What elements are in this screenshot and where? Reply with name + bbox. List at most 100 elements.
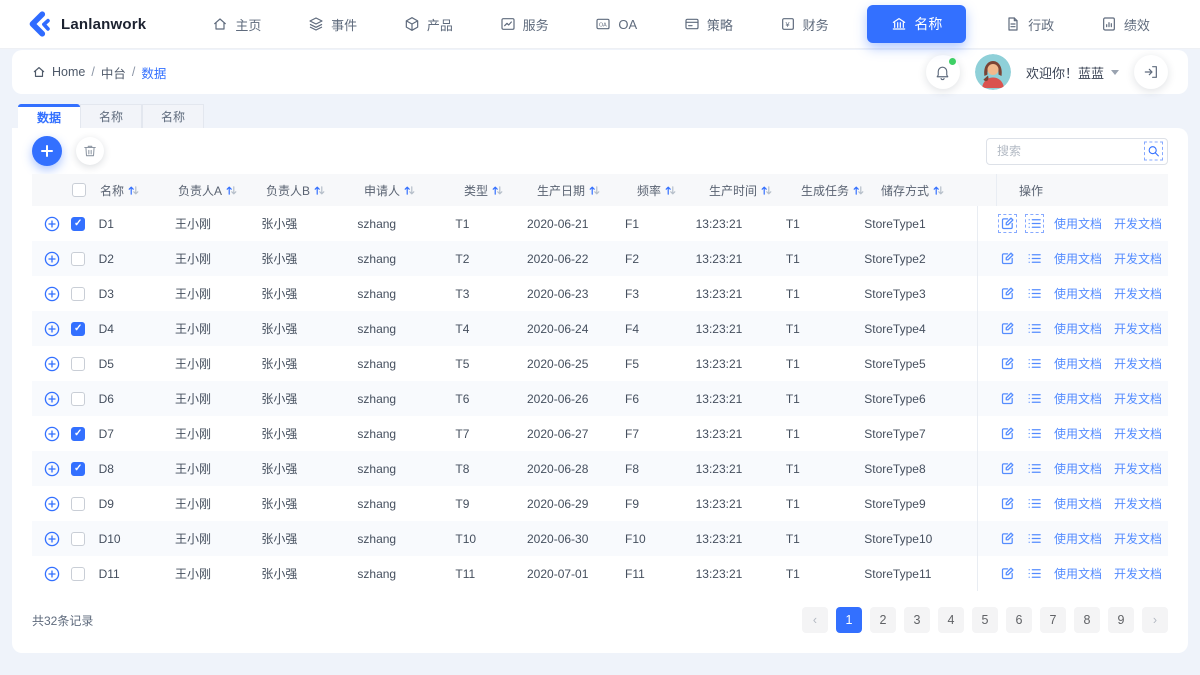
- page-button-4[interactable]: 4: [938, 607, 964, 633]
- expand-row-icon[interactable]: [44, 286, 60, 302]
- page-button-7[interactable]: 7: [1040, 607, 1066, 633]
- list-icon[interactable]: [1027, 426, 1042, 441]
- avatar[interactable]: [974, 54, 1011, 90]
- edit-icon[interactable]: [997, 214, 1017, 233]
- sort-icon[interactable]: [404, 185, 415, 196]
- dev-doc-link[interactable]: 开发文档: [1114, 390, 1162, 407]
- row-checkbox[interactable]: [71, 356, 86, 371]
- expand-row-icon[interactable]: [44, 251, 60, 267]
- usage-doc-link[interactable]: 使用文档: [1054, 215, 1102, 232]
- expand-row-icon[interactable]: [44, 356, 60, 372]
- nav-item-home[interactable]: 主页: [204, 9, 269, 40]
- sort-icon[interactable]: [226, 185, 237, 196]
- select-all-checkbox[interactable]: [72, 183, 86, 197]
- row-checkbox[interactable]: [71, 321, 86, 336]
- list-icon[interactable]: [1027, 356, 1042, 371]
- sort-icon[interactable]: [933, 185, 944, 196]
- edit-icon[interactable]: [1000, 391, 1015, 406]
- dev-doc-link[interactable]: 开发文档: [1114, 320, 1162, 337]
- edit-icon[interactable]: [1000, 356, 1015, 371]
- list-icon[interactable]: [1027, 286, 1042, 301]
- search-icon[interactable]: [1144, 141, 1163, 161]
- edit-icon[interactable]: [1000, 461, 1015, 476]
- nav-item-admin[interactable]: 行政: [997, 9, 1062, 40]
- usage-doc-link[interactable]: 使用文档: [1054, 285, 1102, 302]
- expand-row-icon[interactable]: [44, 216, 60, 232]
- row-checkbox[interactable]: [71, 251, 86, 266]
- usage-doc-link[interactable]: 使用文档: [1054, 250, 1102, 267]
- expand-row-icon[interactable]: [44, 566, 60, 582]
- list-icon[interactable]: [1027, 566, 1042, 581]
- edit-icon[interactable]: [1000, 286, 1015, 301]
- next-page-button[interactable]: ›: [1142, 607, 1168, 633]
- breadcrumb-section[interactable]: 中台: [101, 63, 126, 82]
- list-icon[interactable]: [1024, 214, 1044, 233]
- tab-data[interactable]: 数据: [18, 104, 80, 128]
- sort-icon[interactable]: [853, 185, 864, 196]
- dev-doc-link[interactable]: 开发文档: [1114, 460, 1162, 477]
- page-button-8[interactable]: 8: [1074, 607, 1100, 633]
- row-checkbox[interactable]: [71, 426, 86, 441]
- dev-doc-link[interactable]: 开发文档: [1114, 250, 1162, 267]
- brand-logo[interactable]: Lanlanwork: [26, 11, 146, 37]
- edit-icon[interactable]: [1000, 321, 1015, 336]
- list-icon[interactable]: [1027, 251, 1042, 266]
- dev-doc-link[interactable]: 开发文档: [1114, 530, 1162, 547]
- page-button-6[interactable]: 6: [1006, 607, 1032, 633]
- usage-doc-link[interactable]: 使用文档: [1054, 320, 1102, 337]
- row-checkbox[interactable]: [71, 531, 86, 546]
- edit-icon[interactable]: [1000, 531, 1015, 546]
- edit-icon[interactable]: [1000, 251, 1015, 266]
- logout-button[interactable]: [1134, 55, 1168, 89]
- expand-row-icon[interactable]: [44, 391, 60, 407]
- page-button-5[interactable]: 5: [972, 607, 998, 633]
- nav-item-finance[interactable]: ¥ 财务: [772, 9, 837, 40]
- tab-name-1[interactable]: 名称: [80, 104, 142, 128]
- list-icon[interactable]: [1027, 461, 1042, 476]
- page-button-9[interactable]: 9: [1108, 607, 1134, 633]
- page-button-1[interactable]: 1: [836, 607, 862, 633]
- usage-doc-link[interactable]: 使用文档: [1054, 390, 1102, 407]
- nav-item-services[interactable]: 服务: [492, 9, 557, 40]
- row-checkbox[interactable]: [71, 566, 86, 581]
- nav-item-products[interactable]: 产品: [396, 9, 461, 40]
- usage-doc-link[interactable]: 使用文档: [1054, 565, 1102, 582]
- notifications-button[interactable]: [925, 55, 960, 89]
- tab-name-2[interactable]: 名称: [142, 104, 204, 128]
- nav-item-oa[interactable]: OA OA: [587, 10, 645, 38]
- expand-row-icon[interactable]: [44, 496, 60, 512]
- page-button-3[interactable]: 3: [904, 607, 930, 633]
- row-checkbox[interactable]: [71, 286, 86, 301]
- row-checkbox[interactable]: [71, 496, 86, 511]
- edit-icon[interactable]: [1000, 496, 1015, 511]
- user-menu[interactable]: 欢迎你！蓝蓝: [1026, 63, 1119, 82]
- dev-doc-link[interactable]: 开发文档: [1114, 285, 1162, 302]
- nav-item-name[interactable]: 名称: [867, 5, 967, 43]
- sort-icon[interactable]: [128, 185, 139, 196]
- usage-doc-link[interactable]: 使用文档: [1054, 355, 1102, 372]
- expand-row-icon[interactable]: [44, 461, 60, 477]
- list-icon[interactable]: [1027, 391, 1042, 406]
- row-checkbox[interactable]: [71, 216, 86, 231]
- usage-doc-link[interactable]: 使用文档: [1054, 530, 1102, 547]
- usage-doc-link[interactable]: 使用文档: [1054, 460, 1102, 477]
- sort-icon[interactable]: [665, 185, 676, 196]
- dev-doc-link[interactable]: 开发文档: [1114, 495, 1162, 512]
- expand-row-icon[interactable]: [44, 426, 60, 442]
- prev-page-button[interactable]: ‹: [802, 607, 828, 633]
- sort-icon[interactable]: [589, 185, 600, 196]
- list-icon[interactable]: [1027, 496, 1042, 511]
- expand-row-icon[interactable]: [44, 531, 60, 547]
- row-checkbox[interactable]: [71, 461, 86, 476]
- search-input[interactable]: [986, 137, 1168, 165]
- list-icon[interactable]: [1027, 531, 1042, 546]
- sort-icon[interactable]: [761, 185, 772, 196]
- usage-doc-link[interactable]: 使用文档: [1054, 495, 1102, 512]
- nav-item-performance[interactable]: 绩效: [1093, 9, 1158, 40]
- breadcrumb-current[interactable]: 数据: [141, 63, 166, 82]
- dev-doc-link[interactable]: 开发文档: [1114, 355, 1162, 372]
- nav-item-events[interactable]: 事件: [300, 9, 365, 40]
- sort-icon[interactable]: [492, 185, 503, 196]
- page-button-2[interactable]: 2: [870, 607, 896, 633]
- nav-item-strategy[interactable]: 策略: [676, 9, 741, 40]
